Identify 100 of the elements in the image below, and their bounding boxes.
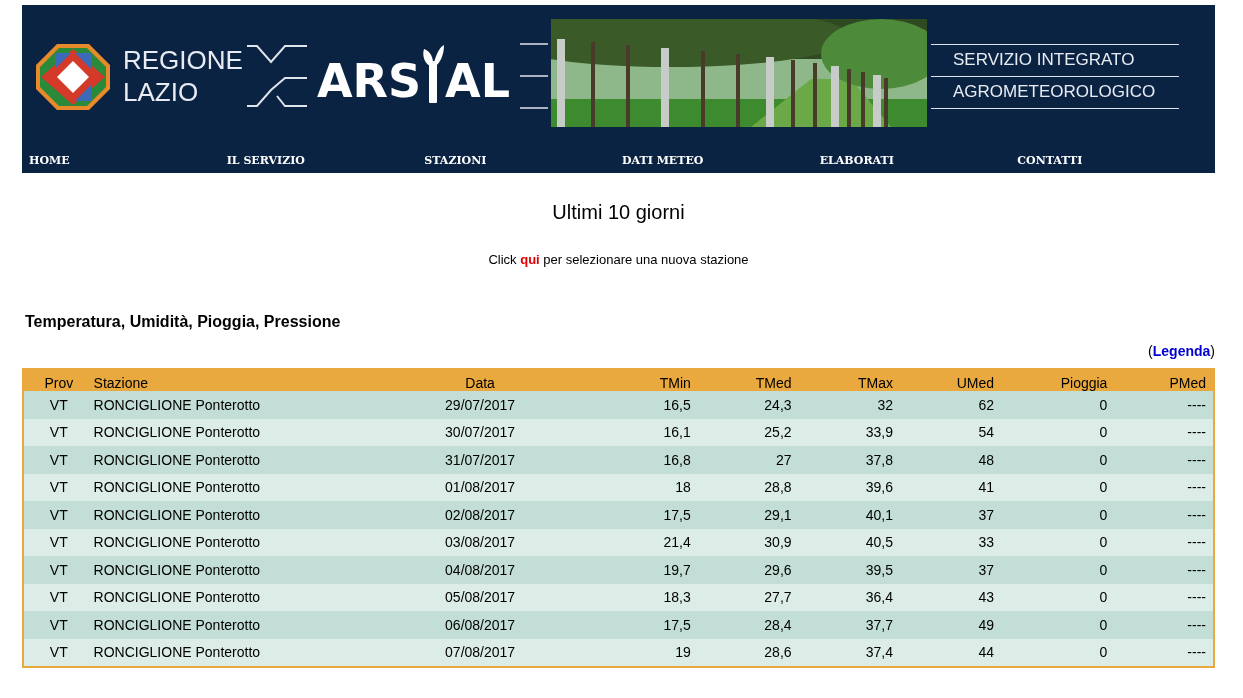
nav-link[interactable]: STAZIONI	[424, 153, 622, 167]
table-cell: 19	[590, 638, 698, 667]
table-cell: 48	[900, 446, 1002, 474]
table-cell: 24,3	[697, 391, 799, 419]
table-cell: 31/07/2017	[369, 446, 591, 474]
table-cell: ----	[1114, 638, 1214, 667]
table-cell: 39,5	[798, 556, 900, 584]
table-cell: RONCIGLIONE Ponterotto	[93, 446, 370, 474]
table-cell: RONCIGLIONE Ponterotto	[93, 611, 370, 639]
column-header: Prov	[23, 369, 94, 391]
table-cell: ----	[1114, 473, 1214, 501]
table-cell: 18,3	[590, 583, 698, 611]
table-cell: 39,6	[798, 473, 900, 501]
table-cell: 0	[1001, 446, 1115, 474]
table-cell: 28,6	[697, 638, 799, 667]
nav-link[interactable]: IL SERVIZIO	[226, 153, 425, 167]
table-cell: 16,1	[590, 418, 698, 446]
column-header: Pioggia	[1001, 369, 1115, 391]
column-header: Data	[369, 369, 591, 391]
table-cell: RONCIGLIONE Ponterotto	[93, 528, 370, 556]
table-cell: 30/07/2017	[369, 418, 591, 446]
nav-link[interactable]: ELABORATI	[819, 153, 1018, 167]
nav-link[interactable]: DATI METEO	[622, 153, 820, 167]
table-cell: 17,5	[590, 501, 698, 529]
table-cell: 30,9	[697, 528, 799, 556]
table-cell: 29,6	[697, 556, 799, 584]
table-cell: 06/08/2017	[369, 611, 591, 639]
table-cell: 0	[1001, 528, 1115, 556]
table-cell: 04/08/2017	[369, 556, 591, 584]
table-cell: VT	[23, 473, 94, 501]
table-cell: 41	[900, 473, 1002, 501]
nav-link[interactable]: HOME	[29, 153, 227, 167]
table-cell: ----	[1114, 501, 1214, 529]
table-cell: 19,7	[590, 556, 698, 584]
table-cell: ----	[1114, 611, 1214, 639]
table-cell: 16,8	[590, 446, 698, 474]
connector-lines-drawing	[246, 44, 307, 108]
table-cell: VT	[23, 583, 94, 611]
table-cell: 28,8	[697, 473, 799, 501]
table-cell: 33,9	[798, 418, 900, 446]
sprout-icon	[422, 43, 445, 103]
table-cell: VT	[23, 418, 94, 446]
table-cell: RONCIGLIONE Ponterotto	[93, 391, 370, 419]
table-cell: 17,5	[590, 611, 698, 639]
table-cell: 02/08/2017	[369, 501, 591, 529]
connector-lines-drawing	[520, 43, 548, 109]
table-cell: 37	[900, 556, 1002, 584]
service-name: AGROMETEOROLOGICO	[931, 75, 1179, 109]
table-cell: 07/08/2017	[369, 638, 591, 667]
table-cell: 0	[1001, 418, 1115, 446]
table-cell: 0	[1001, 473, 1115, 501]
table-cell: ----	[1114, 583, 1214, 611]
table-cell: 36,4	[798, 583, 900, 611]
nav-link[interactable]: CONTATTI	[1017, 153, 1216, 167]
table-cell: 44	[900, 638, 1002, 667]
table-cell: 18	[590, 473, 698, 501]
table-cell: ----	[1114, 391, 1214, 419]
table-cell: 0	[1001, 391, 1115, 419]
table-cell: ----	[1114, 446, 1214, 474]
table-cell: RONCIGLIONE Ponterotto	[93, 501, 370, 529]
table-cell: 05/08/2017	[369, 583, 591, 611]
table-cell: 37,4	[798, 638, 900, 667]
table-cell: 43	[900, 583, 1002, 611]
table-cell: VT	[23, 391, 94, 419]
table-cell: 0	[1001, 611, 1115, 639]
table-cell: 54	[900, 418, 1002, 446]
table-cell: 33	[900, 528, 1002, 556]
legend-link[interactable]: Legenda	[1152, 343, 1211, 359]
table-cell: 0	[1001, 583, 1115, 611]
table-cell: 49	[900, 611, 1002, 639]
table-cell: 40,1	[798, 501, 900, 529]
paren: )	[1210, 343, 1215, 359]
region-name: REGIONE	[123, 44, 243, 76]
table-cell: 29,1	[697, 501, 799, 529]
table-cell: RONCIGLIONE Ponterotto	[93, 556, 370, 584]
table-cell: 37,7	[798, 611, 900, 639]
coat-of-arms-icon	[35, 43, 111, 111]
table-cell: 29/07/2017	[369, 391, 591, 419]
page-title: Ultimi 10 giorni	[551, 201, 686, 224]
table-cell: VT	[23, 611, 94, 639]
column-header: TMax	[798, 369, 900, 391]
column-header: TMed	[697, 369, 799, 391]
column-header: UMed	[900, 369, 1002, 391]
table-cell: RONCIGLIONE Ponterotto	[93, 418, 370, 446]
station-link[interactable]: qui	[520, 252, 540, 267]
column-header: TMin	[590, 369, 698, 391]
agency-name: AL	[445, 53, 510, 109]
column-header: PMed	[1114, 369, 1214, 391]
table-cell: VT	[23, 556, 94, 584]
region-name: LAZIO	[123, 76, 200, 108]
table-cell: RONCIGLIONE Ponterotto	[93, 473, 370, 501]
table-cell: 28,4	[697, 611, 799, 639]
table-cell: 40,5	[798, 528, 900, 556]
table-cell: VT	[23, 528, 94, 556]
table-cell: 21,4	[590, 528, 698, 556]
table-cell: 27,7	[697, 583, 799, 611]
table-cell: 0	[1001, 556, 1115, 584]
column-header: Stazione	[93, 369, 370, 391]
table-cell: 27	[697, 446, 799, 474]
table-cell: 37	[900, 501, 1002, 529]
